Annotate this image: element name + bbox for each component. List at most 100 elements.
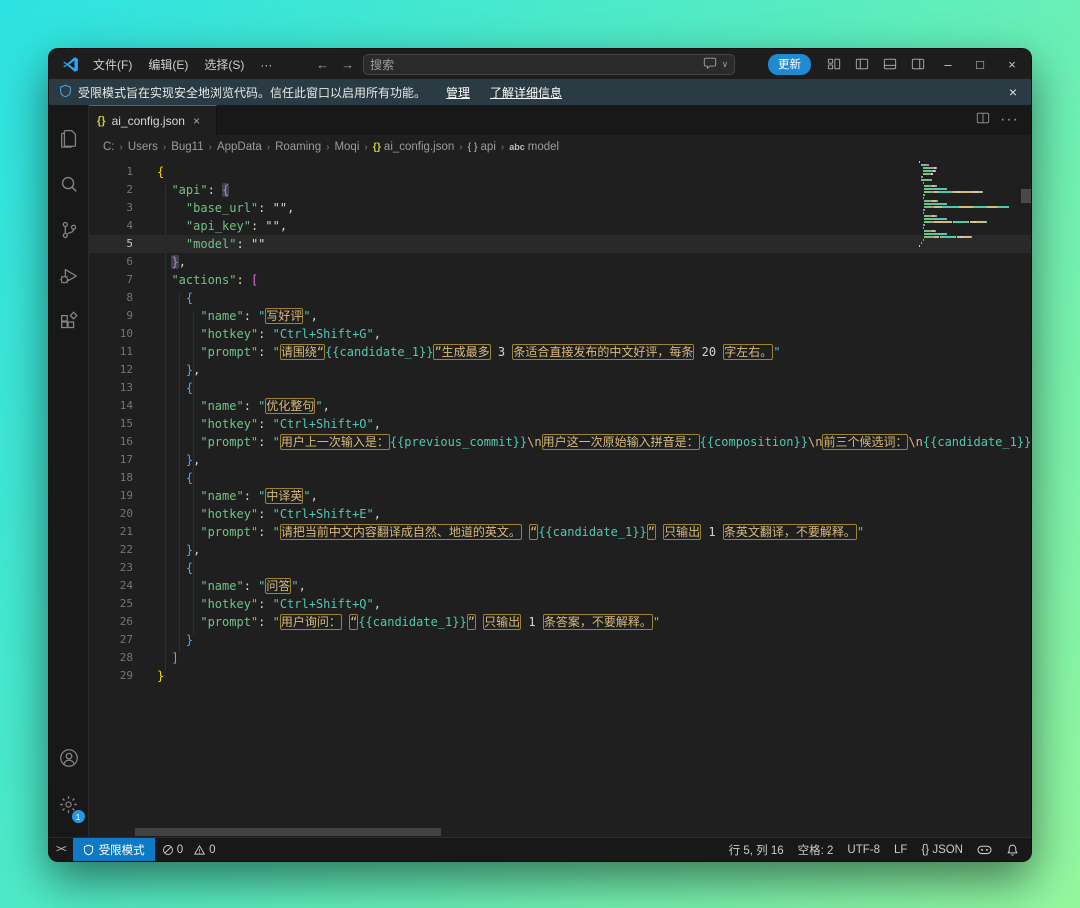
learn-more-link[interactable]: 了解详细信息 bbox=[490, 84, 562, 101]
minimap[interactable] bbox=[919, 161, 1019, 248]
vertical-scrollbar-thumb[interactable] bbox=[1021, 189, 1031, 203]
split-editor-icon[interactable] bbox=[976, 111, 990, 130]
code-line[interactable]: 28 ] bbox=[89, 649, 1031, 667]
code-line[interactable]: 17 }, bbox=[89, 451, 1031, 469]
code-line[interactable]: 16 "prompt": "用户上一次输入是：{{previous_commit… bbox=[89, 433, 1031, 451]
horizontal-scrollbar-thumb[interactable] bbox=[135, 828, 441, 836]
command-center-search[interactable]: 搜索 ∨ bbox=[363, 54, 735, 75]
breadcrumb-item[interactable]: C: bbox=[103, 141, 115, 153]
line-number: 14 bbox=[89, 397, 133, 415]
breadcrumb-separator: › bbox=[162, 142, 167, 153]
line-number: 12 bbox=[89, 361, 133, 379]
breadcrumb-item[interactable]: Moqi bbox=[334, 141, 359, 153]
toggle-primary-sidebar-icon[interactable] bbox=[849, 51, 875, 77]
status-item[interactable]: 行 5, 列 16 bbox=[722, 838, 791, 861]
code-lines[interactable]: 1{2 "api": {3 "base_url": "",4 "api_key"… bbox=[89, 163, 1031, 685]
code-line[interactable]: 5 "model": "" bbox=[89, 235, 1031, 253]
code-line[interactable]: 25 "hotkey": "Ctrl+Shift+Q", bbox=[89, 595, 1031, 613]
code-line[interactable]: 22 }, bbox=[89, 541, 1031, 559]
code-line[interactable]: 27 } bbox=[89, 631, 1031, 649]
code-line[interactable]: 26 "prompt": "用户询问： “{{candidate_1}}” 只输… bbox=[89, 613, 1031, 631]
problems-indicator[interactable]: 0 0 bbox=[155, 838, 223, 861]
maximize-button[interactable]: □ bbox=[965, 50, 995, 78]
more-actions-icon[interactable]: ··· bbox=[1000, 111, 1019, 129]
chevron-down-icon[interactable]: ∨ bbox=[722, 59, 729, 70]
status-item[interactable]: LF bbox=[887, 838, 914, 861]
breadcrumb-item[interactable]: AppData bbox=[217, 141, 262, 153]
breadcrumb-separator: › bbox=[266, 142, 271, 153]
manage-link[interactable]: 管理 bbox=[446, 84, 470, 101]
breadcrumb-separator: › bbox=[119, 142, 124, 153]
code-line[interactable]: 21 "prompt": "请把当前中文内容翻译成自然、地道的英文。 “{{ca… bbox=[89, 523, 1031, 541]
settings-gear-icon[interactable]: 1 bbox=[49, 781, 89, 827]
code-line[interactable]: 29} bbox=[89, 667, 1031, 685]
breadcrumb-item[interactable]: Roaming bbox=[275, 141, 321, 153]
menu-item[interactable]: 编辑(E) bbox=[140, 55, 196, 75]
line-number: 6 bbox=[89, 253, 133, 271]
restricted-mode-badge[interactable]: 受限模式 bbox=[73, 838, 155, 861]
breadcrumb-separator: › bbox=[500, 142, 505, 153]
menu-item[interactable]: ··· bbox=[252, 55, 280, 75]
toggle-secondary-sidebar-icon[interactable] bbox=[905, 51, 931, 77]
line-number: 4 bbox=[89, 217, 133, 235]
account-icon[interactable] bbox=[49, 735, 89, 781]
customize-layout-icon[interactable] bbox=[821, 51, 847, 77]
remote-indicator-icon[interactable]: >< bbox=[49, 838, 73, 861]
breadcrumb-item[interactable]: { }api bbox=[468, 141, 496, 153]
tab-label: ai_config.json bbox=[112, 114, 185, 128]
menu-item[interactable]: 选择(S) bbox=[196, 55, 252, 75]
activity-bar: 1 bbox=[49, 105, 89, 837]
banner-close-icon[interactable]: × bbox=[1005, 84, 1021, 100]
toggle-panel-icon[interactable] bbox=[877, 51, 903, 77]
status-item[interactable]: 空格: 2 bbox=[791, 838, 841, 861]
breadcrumb-item[interactable]: abcmodel bbox=[509, 141, 559, 153]
status-item[interactable]: {} JSON bbox=[914, 838, 970, 861]
copilot-chat-icon[interactable] bbox=[703, 56, 717, 73]
code-line[interactable]: 2 "api": { bbox=[89, 181, 1031, 199]
code-line[interactable]: 19 "name": "中译英", bbox=[89, 487, 1031, 505]
code-line[interactable]: 20 "hotkey": "Ctrl+Shift+E", bbox=[89, 505, 1031, 523]
code-line[interactable]: 8 { bbox=[89, 289, 1031, 307]
code-line[interactable]: 1{ bbox=[89, 163, 1031, 181]
breadcrumb-separator: › bbox=[458, 142, 463, 153]
code-line[interactable]: 4 "api_key": "", bbox=[89, 217, 1031, 235]
code-line[interactable]: 10 "hotkey": "Ctrl+Shift+G", bbox=[89, 325, 1031, 343]
code-line[interactable]: 7 "actions": [ bbox=[89, 271, 1031, 289]
notifications-bell-icon[interactable] bbox=[999, 838, 1031, 861]
run-debug-icon[interactable] bbox=[49, 253, 89, 299]
code-editor[interactable]: 1{2 "api": {3 "base_url": "",4 "api_key"… bbox=[89, 159, 1031, 837]
copilot-status-icon[interactable] bbox=[970, 838, 999, 861]
breadcrumb-item[interactable]: Bug11 bbox=[171, 141, 203, 153]
breadcrumb-item[interactable]: Users bbox=[128, 141, 158, 153]
status-item[interactable]: UTF-8 bbox=[840, 838, 887, 861]
back-arrow-icon[interactable]: ← bbox=[313, 57, 332, 72]
horizontal-scrollbar[interactable] bbox=[89, 827, 1031, 837]
source-control-icon[interactable] bbox=[49, 207, 89, 253]
code-line[interactable]: 13 { bbox=[89, 379, 1031, 397]
line-number: 23 bbox=[89, 559, 133, 577]
minimize-button[interactable]: – bbox=[933, 50, 963, 78]
code-line[interactable]: 12 }, bbox=[89, 361, 1031, 379]
search-icon[interactable] bbox=[49, 161, 89, 207]
breadcrumb-item[interactable]: {}ai_config.json bbox=[373, 141, 455, 153]
forward-arrow-icon[interactable]: → bbox=[338, 57, 357, 72]
tab-close-icon[interactable]: × bbox=[193, 114, 200, 128]
explorer-icon[interactable] bbox=[49, 115, 89, 161]
close-button[interactable]: × bbox=[997, 50, 1027, 78]
code-line[interactable]: 6 }, bbox=[89, 253, 1031, 271]
code-line[interactable]: 15 "hotkey": "Ctrl+Shift+O", bbox=[89, 415, 1031, 433]
code-line[interactable]: 24 "name": "问答", bbox=[89, 577, 1031, 595]
json-file-icon: {} bbox=[97, 115, 106, 127]
code-line[interactable]: 11 "prompt": "请围绕“{{candidate_1}}”生成最多 3… bbox=[89, 343, 1031, 361]
menu-item[interactable]: 文件(F) bbox=[85, 55, 140, 75]
tab-ai-config-json[interactable]: {} ai_config.json × bbox=[89, 105, 217, 135]
code-line[interactable]: 14 "name": "优化整句", bbox=[89, 397, 1031, 415]
code-line[interactable]: 18 { bbox=[89, 469, 1031, 487]
update-button[interactable]: 更新 bbox=[768, 54, 811, 75]
extensions-icon[interactable] bbox=[49, 299, 89, 345]
code-line[interactable]: 23 { bbox=[89, 559, 1031, 577]
menubar: 文件(F)编辑(E)选择(S)··· bbox=[85, 56, 280, 73]
line-number: 18 bbox=[89, 469, 133, 487]
code-line[interactable]: 9 "name": "写好评", bbox=[89, 307, 1031, 325]
code-line[interactable]: 3 "base_url": "", bbox=[89, 199, 1031, 217]
